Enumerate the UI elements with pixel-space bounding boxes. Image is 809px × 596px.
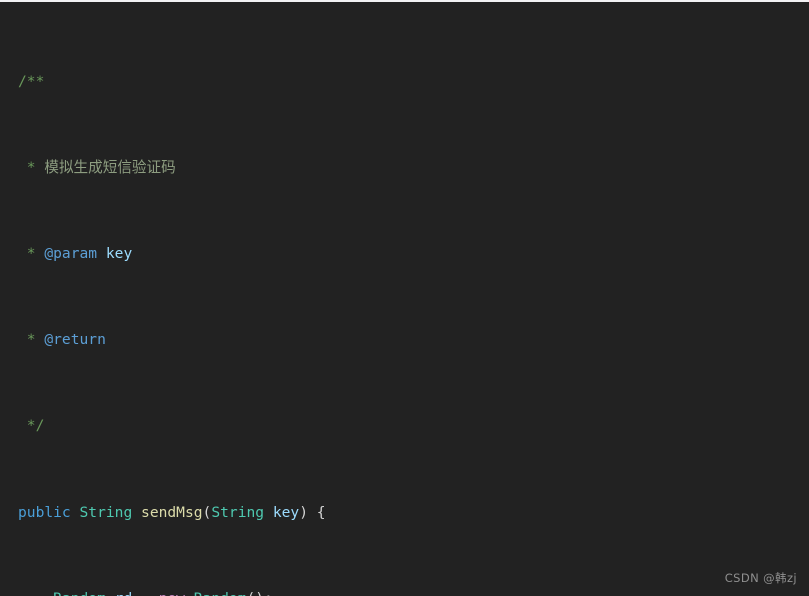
code-line: * 模拟生成短信验证码 [0,157,809,179]
code-editor-content[interactable]: /** * 模拟生成短信验证码 * @param key * @return *… [0,2,809,596]
token-method-name: sendMsg [141,503,203,521]
token-comment-asterisk: * [18,331,45,349]
token-type: String [79,503,133,521]
csdn-watermark: CSDN @韩zj [724,571,797,585]
token-javadoc-tag: @return [44,331,106,349]
token-variable: rd [115,590,133,596]
token-comment-asterisk: * [18,245,45,263]
token-type: String [211,503,265,521]
code-line: * @param key [0,243,809,265]
token-comment: /** [18,72,45,90]
token-comment: */ [18,417,45,435]
token-type: Random [194,590,247,596]
token-punctuation: (); [246,590,272,596]
code-line: public String sendMsg(String key) { [0,502,809,524]
token-javadoc-param: key [105,245,133,263]
code-line: */ [0,415,809,437]
code-screenshot: /** * 模拟生成短信验证码 * @param key * @return *… [0,0,809,596]
token-keyword-new: new [159,590,185,596]
token-comment-asterisk: * [18,158,45,176]
code-line: /** [0,71,809,93]
token-operator: = [132,590,158,596]
token-punctuation: ) { [299,503,326,521]
token-variable: key [272,503,300,521]
token-javadoc-tag: @param [44,245,98,263]
token-comment-cjk: 模拟生成短信验证码 [44,158,176,176]
token-keyword: public [18,503,71,521]
code-line: * @return [0,329,809,351]
token-type: Random [53,590,106,596]
code-line: Random rd = new Random(); [0,588,809,596]
